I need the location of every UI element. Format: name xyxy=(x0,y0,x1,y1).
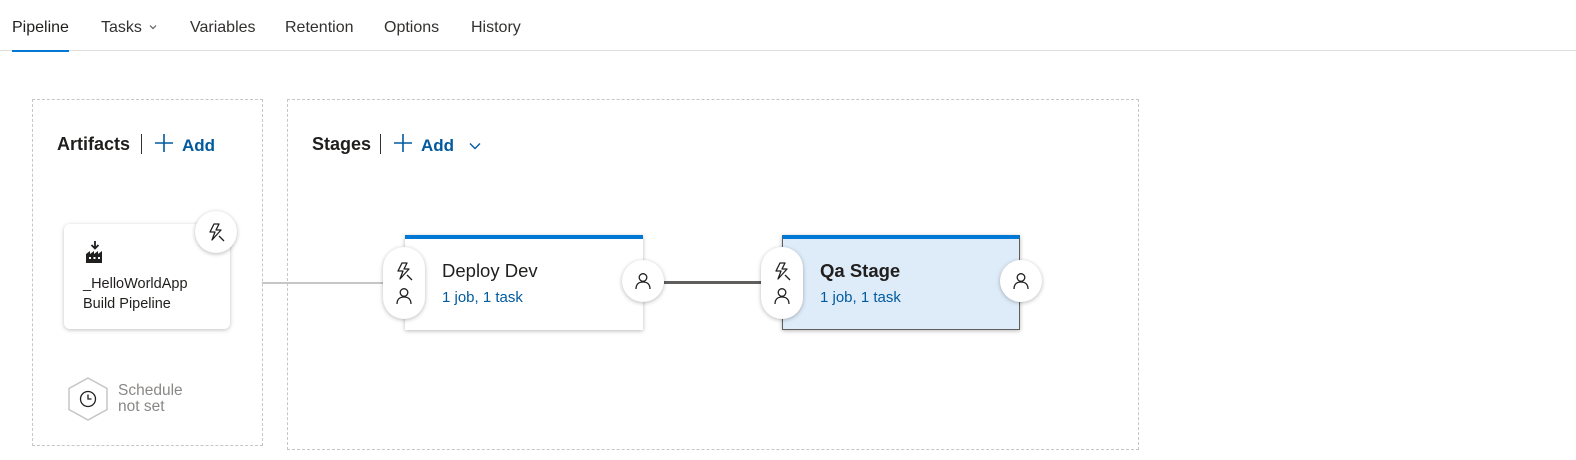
tab-variables[interactable]: Variables xyxy=(190,0,256,51)
artifact-trigger-button[interactable] xyxy=(195,211,237,253)
person-approver-icon[interactable] xyxy=(395,287,413,305)
plus-icon xyxy=(154,133,174,158)
chevron-down-icon xyxy=(148,0,158,55)
tab-label: Options xyxy=(384,19,440,36)
pre-deployment-conditions xyxy=(383,247,425,319)
add-label: Add xyxy=(182,135,216,155)
post-deployment-conditions-button[interactable] xyxy=(622,260,664,302)
tab-label: History xyxy=(471,19,521,36)
schedule-line1: Schedule xyxy=(118,382,183,399)
stage-name: Qa Stage xyxy=(820,260,901,281)
stage-card-qa-stage[interactable]: Qa Stage 1 job, 1 task xyxy=(782,235,1020,330)
plus-icon xyxy=(393,133,413,158)
artifact-name-line1: _HelloWorldApp xyxy=(83,276,188,292)
stage-summary-link[interactable]: 1 job, 1 task xyxy=(442,289,523,306)
tab-options[interactable]: Options xyxy=(384,0,439,51)
tab-retention[interactable]: Retention xyxy=(285,0,354,51)
stages-title-divider xyxy=(380,134,381,154)
artifact-name: _HelloWorldApp Build Pipeline xyxy=(83,274,223,314)
tab-bar: Pipeline Tasks Variables Retention Optio… xyxy=(0,0,1576,52)
lightning-trigger-icon xyxy=(206,222,226,242)
tab-tasks[interactable]: Tasks xyxy=(101,0,158,51)
pre-deployment-conditions xyxy=(761,247,803,319)
person-approver-icon[interactable] xyxy=(773,287,791,305)
add-artifact-button[interactable]: Add xyxy=(154,133,215,158)
tab-pipeline[interactable]: Pipeline xyxy=(12,0,69,52)
person-approver-icon xyxy=(634,272,652,290)
stages-title: Stages xyxy=(312,134,372,154)
lightning-trigger-icon[interactable] xyxy=(772,261,792,281)
stage-summary-link[interactable]: 1 job, 1 task xyxy=(820,289,901,306)
schedule-text: Schedule not set xyxy=(118,383,183,415)
artifacts-title: Artifacts xyxy=(57,134,131,154)
schedule-line2: not set xyxy=(118,398,165,415)
add-label: Add xyxy=(421,135,455,155)
add-stage-button[interactable]: Add xyxy=(393,133,482,158)
chevron-down-icon xyxy=(468,139,482,153)
build-pipeline-icon xyxy=(84,240,106,264)
artifacts-title-divider xyxy=(141,134,142,154)
schedule-button[interactable]: Schedule not set xyxy=(66,376,183,422)
tab-label: Tasks xyxy=(101,19,142,36)
tab-label: Pipeline xyxy=(12,19,69,36)
stage-card-deploy-dev[interactable]: Deploy Dev 1 job, 1 task xyxy=(405,235,643,330)
person-approver-icon xyxy=(1012,272,1030,290)
clock-icon xyxy=(66,376,110,422)
artifact-name-line2: Build Pipeline xyxy=(83,296,171,312)
post-deployment-conditions-button[interactable] xyxy=(1000,260,1042,302)
tab-history[interactable]: History xyxy=(471,0,521,51)
tab-label: Variables xyxy=(190,19,256,36)
lightning-trigger-icon[interactable] xyxy=(394,261,414,281)
tab-label: Retention xyxy=(285,19,354,36)
stage-name: Deploy Dev xyxy=(442,260,538,281)
